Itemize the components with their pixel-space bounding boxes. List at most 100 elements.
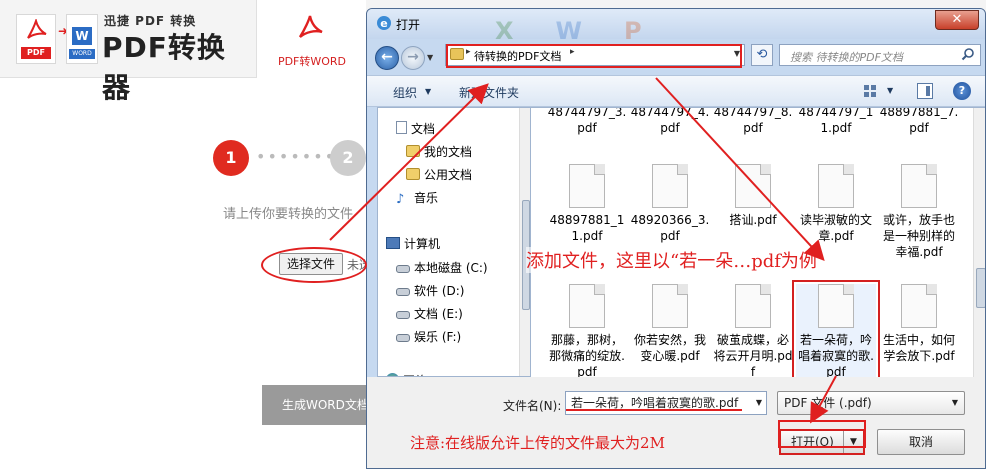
pdf-file-icon xyxy=(735,284,771,328)
file-item[interactable]: 48920366_3.pdf xyxy=(630,164,710,244)
nav-item-documents[interactable]: 文档 xyxy=(396,120,435,137)
file-name: 48897881_11.pdf xyxy=(549,213,625,243)
drive-icon xyxy=(396,311,410,319)
search-placeholder: 搜索 待转换的PDF文档 xyxy=(790,51,903,64)
tab-label: PDF转WORD xyxy=(277,55,347,68)
chevron-down-icon[interactable]: ▼ xyxy=(756,392,762,414)
file-name: 48897881_7.pdf xyxy=(879,107,959,135)
folder-icon xyxy=(406,168,420,180)
music-icon: ♪ xyxy=(396,192,405,207)
generate-word-button[interactable]: 生成WORD文档 xyxy=(262,385,366,425)
nav-item-drive-e[interactable]: 文档 (E:) xyxy=(396,305,463,322)
file-name: 48744797_8.pdf xyxy=(713,107,793,135)
file-name: 读毕淑敏的文章.pdf xyxy=(799,213,872,243)
file-name: 那藤，那树，那微痛的绽放.pdf xyxy=(549,333,625,377)
file-item[interactable]: 48897881_7.pdf xyxy=(879,107,959,136)
file-name: 48744797_4.pdf xyxy=(630,107,710,135)
help-icon[interactable]: ? xyxy=(953,82,971,100)
folder-icon xyxy=(406,145,420,157)
nav-item-label: 音乐 xyxy=(414,191,439,205)
file-item[interactable]: 或许，放手也是一种别样的幸福.pdf xyxy=(879,164,959,260)
pdf-file-icon xyxy=(652,284,688,328)
dialog-title-bar: e 打开 XWP ✕ xyxy=(367,9,985,45)
file-name: 48920366_3.pdf xyxy=(630,213,710,243)
file-name: 搭讪.pdf xyxy=(729,213,777,227)
preview-pane-icon[interactable] xyxy=(917,83,933,99)
search-input[interactable]: 搜索 待转换的PDF文档 xyxy=(779,44,981,66)
chevron-down-icon[interactable]: ▼ xyxy=(425,87,431,96)
file-item[interactable]: 你若安然，我变心暖.pdf xyxy=(630,284,710,364)
nav-item-label: 我的文档 xyxy=(424,145,473,159)
file-item[interactable]: 读毕淑敏的文章.pdf xyxy=(796,164,876,244)
file-item[interactable]: 48897881_11.pdf xyxy=(547,164,627,244)
pdf-file-icon xyxy=(818,284,854,328)
scrollbar-thumb[interactable] xyxy=(976,268,985,308)
organize-menu[interactable]: 组织 xyxy=(393,84,417,101)
new-folder-button[interactable]: 新建文件夹 xyxy=(459,84,519,101)
nav-item-drive-c[interactable]: 本地磁盘 (C:) xyxy=(396,259,488,276)
nav-item-my-documents[interactable]: 我的文档 xyxy=(406,143,472,160)
annotation-size-note: 注意:在线版允许上传的文件最大为2M xyxy=(410,434,665,452)
file-list-scrollbar[interactable] xyxy=(973,108,985,377)
view-options-icon[interactable] xyxy=(863,84,877,98)
screen: PDF ➜ W WORD 迅捷 PDF 转换 PDF转换器 PDF转WORD 1… xyxy=(0,0,986,469)
pdf-file-icon xyxy=(569,164,605,208)
pdf-file-icon xyxy=(652,164,688,208)
file-name: 48744797_3.pdf xyxy=(547,107,627,135)
nav-item-label: 文档 xyxy=(411,122,436,136)
nav-item-computer[interactable]: 计算机 xyxy=(386,235,440,252)
filetype-value: PDF 文件 (.pdf) xyxy=(784,396,872,410)
refresh-button[interactable]: ⟲ xyxy=(751,44,773,66)
tab-pdf-to-word[interactable]: PDF转WORD xyxy=(256,0,366,78)
annotation-add-file: 添加文件，这里以“若一朵…pdf为例 xyxy=(526,247,817,273)
nav-item-label: 本地磁盘 (C:) xyxy=(414,261,488,275)
file-item[interactable]: 那藤，那树，那微痛的绽放.pdf xyxy=(547,284,627,377)
dialog-toolbar: 组织 ▼ 新建文件夹 ▼ ? xyxy=(367,75,985,107)
acrobat-mark-icon xyxy=(27,19,47,39)
chevron-down-icon[interactable]: ▼ xyxy=(887,86,893,95)
file-name: 你若安然，我变心暖.pdf xyxy=(633,333,706,363)
file-item[interactable]: 破茧成蝶，必将云开月明.pdf xyxy=(713,284,793,377)
nav-scrollbar[interactable] xyxy=(519,108,530,376)
nav-item-music[interactable]: ♪ 音乐 xyxy=(396,189,439,207)
filetype-select[interactable]: PDF 文件 (.pdf) ▼ xyxy=(777,391,965,415)
nav-item-public-documents[interactable]: 公用文档 xyxy=(406,166,472,183)
search-icon[interactable] xyxy=(961,47,975,61)
filename-field[interactable]: 若一朵荷，吟唱着寂寞的歌.pdf ▼ xyxy=(565,391,767,415)
filename-value: 若一朵荷，吟唱着寂寞的歌.pdf xyxy=(571,396,739,410)
step-2-indicator: 2 xyxy=(330,140,366,176)
navigation-pane: 文档 我的文档 公用文档 ♪ 音乐 计算机 本地磁盘 (C:) 软件 (D:) 文… xyxy=(377,107,531,377)
document-icon xyxy=(396,121,407,134)
pdf-file-icon xyxy=(901,164,937,208)
file-item[interactable]: 搭讪.pdf xyxy=(713,164,793,228)
step-progress-dots: ••••••• xyxy=(256,147,337,166)
nav-item-label: 公用文档 xyxy=(424,168,473,182)
step-1-indicator: 1 xyxy=(213,140,249,176)
file-item[interactable]: 48744797_11.pdf xyxy=(796,107,876,136)
cancel-button[interactable]: 取消 xyxy=(877,429,965,455)
file-item-selected[interactable]: 若一朵荷，吟唱着寂寞的歌.pdf xyxy=(792,280,880,377)
nav-item-label: 文档 (E:) xyxy=(414,307,463,321)
file-item[interactable]: 48744797_4.pdf xyxy=(630,107,710,136)
back-button[interactable]: ← xyxy=(375,46,399,70)
nav-item-drive-f[interactable]: 娱乐 (F:) xyxy=(396,328,461,345)
forward-button[interactable]: → xyxy=(401,46,425,70)
nav-item-drive-d[interactable]: 软件 (D:) xyxy=(396,282,464,299)
file-name: 48744797_11.pdf xyxy=(798,107,874,135)
word-file-icon: W WORD xyxy=(66,14,98,64)
annotation-circle xyxy=(261,247,367,283)
filename-label: 文件名(N): xyxy=(503,399,562,413)
recent-locations-dropdown-icon[interactable]: ▼ xyxy=(427,53,433,62)
annotation-path-box xyxy=(446,44,742,68)
file-name: 或许，放手也是一种别样的幸福.pdf xyxy=(882,213,955,259)
drive-icon xyxy=(396,265,410,273)
word-tag: WORD xyxy=(69,49,95,59)
close-button[interactable]: ✕ xyxy=(935,10,979,30)
browser-e-icon: e xyxy=(377,16,391,30)
nav-item-label: 娱乐 (F:) xyxy=(414,330,462,344)
file-item[interactable]: 48744797_3.pdf xyxy=(547,107,627,136)
annotation-open-box xyxy=(778,420,866,448)
file-item[interactable]: 48744797_8.pdf xyxy=(713,107,793,136)
nav-item-label: 计算机 xyxy=(404,237,441,251)
file-item[interactable]: 生活中，如何学会放下.pdf xyxy=(879,284,959,364)
